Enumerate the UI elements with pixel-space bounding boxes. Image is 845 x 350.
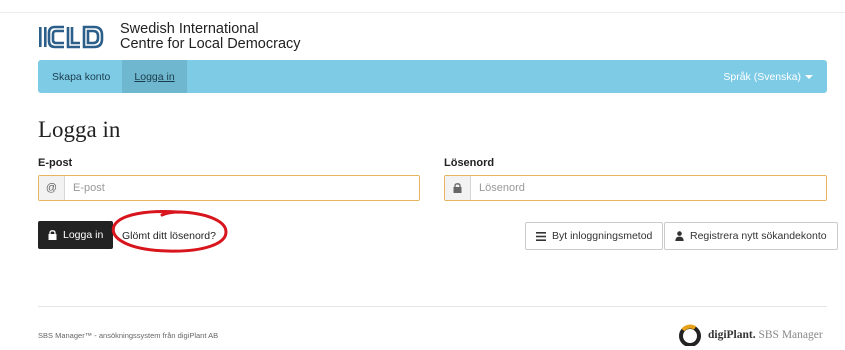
email-input[interactable] <box>65 176 419 200</box>
list-icon <box>536 231 546 241</box>
lock-icon <box>48 230 57 240</box>
switch-login-method-label: Byt inloggningsmetod <box>552 230 653 242</box>
icld-logo-mark <box>38 22 114 52</box>
user-icon <box>675 231 684 241</box>
register-account-label: Registrera nytt sökandekonto <box>690 230 827 242</box>
forgot-password-link[interactable]: Glömt ditt lösenord? <box>122 230 216 242</box>
logo-line-1: Swedish International <box>120 21 259 37</box>
language-label: Språk (Svenska) <box>723 70 801 83</box>
register-account-button[interactable]: Registrera nytt sökandekonto <box>664 222 838 250</box>
password-input-group <box>444 175 827 201</box>
password-input[interactable] <box>471 176 826 200</box>
language-dropdown[interactable]: Språk (Svenska) <box>723 60 827 93</box>
digiplant-brand-text: digiPlant. SBS Manager <box>708 329 823 341</box>
digiplant-logo-icon <box>679 324 701 346</box>
email-input-group: @ <box>38 175 420 201</box>
footer-divider <box>38 306 827 307</box>
switch-login-method-button[interactable]: Byt inloggningsmetod <box>525 222 664 250</box>
logo-line-2: Centre for Local Democracy <box>120 36 301 52</box>
digiplant-brand-sbs: SBS Manager <box>755 329 823 341</box>
icld-logo[interactable]: Swedish International Centre for Local D… <box>38 22 301 52</box>
login-button-label: Logga in <box>63 229 104 241</box>
digiplant-brand-bold: digiPlant. <box>708 329 756 341</box>
page-title: Logga in <box>38 117 121 142</box>
digiplant-brand[interactable]: digiPlant. SBS Manager <box>678 324 823 346</box>
logo-text: Swedish International Centre for Local D… <box>120 22 301 52</box>
footer-text: SBS Manager™ - ansökningssystem från dig… <box>38 331 219 340</box>
nav-item-logga-in[interactable]: Logga in <box>122 60 187 93</box>
lock-icon <box>445 176 471 200</box>
top-divider <box>0 12 845 13</box>
email-label: E-post <box>38 157 73 169</box>
nav-item-skapa-konto[interactable]: Skapa konto <box>38 60 122 93</box>
password-label: Lösenord <box>444 157 495 169</box>
login-button[interactable]: Logga in <box>38 221 114 249</box>
at-sign-icon: @ <box>39 176 65 200</box>
main-navbar: Skapa konto Logga in Språk (Svenska) <box>38 60 827 93</box>
caret-down-icon <box>805 74 813 79</box>
